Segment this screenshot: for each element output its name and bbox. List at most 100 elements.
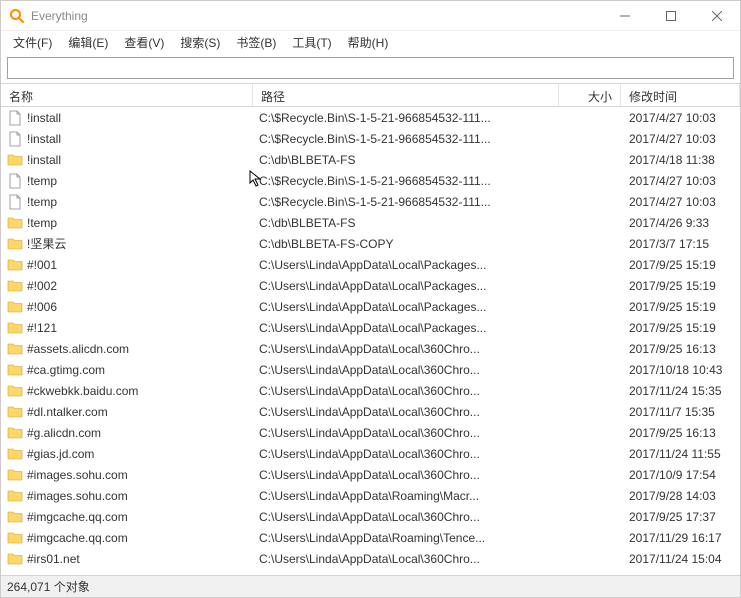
cell-modified: 2017/4/27 10:03 <box>621 195 740 209</box>
cell-modified: 2017/4/26 9:33 <box>621 216 740 230</box>
table-row[interactable]: #dl.ntalker.comC:\Users\Linda\AppData\Lo… <box>1 401 740 422</box>
folder-icon <box>7 152 23 168</box>
file-name: #irs01.net <box>27 552 80 566</box>
cell-name: #!001 <box>7 257 253 273</box>
cell-modified: 2017/11/24 15:35 <box>621 384 740 398</box>
status-text: 264,071 个对象 <box>7 578 90 595</box>
file-name: #imgcache.qq.com <box>27 510 128 524</box>
statusbar: 264,071 个对象 <box>1 575 740 597</box>
table-row[interactable]: #!006C:\Users\Linda\AppData\Local\Packag… <box>1 296 740 317</box>
cell-modified: 2017/9/28 14:03 <box>621 489 740 503</box>
menu-item[interactable]: 编辑(E) <box>60 32 116 53</box>
table-row[interactable]: #g.alicdn.comC:\Users\Linda\AppData\Loca… <box>1 422 740 443</box>
menu-item[interactable]: 搜索(S) <box>172 32 228 53</box>
cell-modified: 2017/11/29 16:17 <box>621 531 740 545</box>
table-row[interactable]: #images.sohu.comC:\Users\Linda\AppData\L… <box>1 464 740 485</box>
column-header-path[interactable]: 路径 <box>253 84 559 106</box>
folder-icon <box>7 509 23 525</box>
table-row[interactable]: #images.sohu.comC:\Users\Linda\AppData\R… <box>1 485 740 506</box>
cell-name: !temp <box>7 215 253 231</box>
table-row[interactable]: #ckwebkk.baidu.comC:\Users\Linda\AppData… <box>1 380 740 401</box>
cell-name: #dl.ntalker.com <box>7 404 253 420</box>
table-row[interactable]: !tempC:\$Recycle.Bin\S-1-5-21-966854532-… <box>1 191 740 212</box>
file-name: #gias.jd.com <box>27 447 94 461</box>
cell-name: !坚果云 <box>7 235 253 252</box>
cell-path: C:\$Recycle.Bin\S-1-5-21-966854532-111..… <box>253 132 559 146</box>
cell-path: C:\Users\Linda\AppData\Local\360Chro... <box>253 552 559 566</box>
close-button[interactable] <box>694 1 740 30</box>
table-row[interactable]: #imgcache.qq.comC:\Users\Linda\AppData\R… <box>1 527 740 548</box>
cell-path: C:\Users\Linda\AppData\Local\Packages... <box>253 258 559 272</box>
cell-path: C:\Users\Linda\AppData\Local\Packages... <box>253 321 559 335</box>
cell-name: #g.alicdn.com <box>7 425 253 441</box>
search-wrap <box>1 53 740 83</box>
file-name: #!121 <box>27 321 57 335</box>
cell-modified: 2017/11/7 15:35 <box>621 405 740 419</box>
folder-icon <box>7 488 23 504</box>
menu-item[interactable]: 查看(V) <box>116 32 172 53</box>
table-row[interactable]: #gias.jd.com C:\Users\Linda\AppData\Local… <box>1 443 740 464</box>
table-row[interactable]: #!121 C:\Users\Linda\AppData\Local\Packag… <box>1 317 740 338</box>
cell-modified: 2017/3/7 17:15 <box>621 237 740 251</box>
cell-modified: 2017/4/27 10:03 <box>621 111 740 125</box>
menu-item[interactable]: 文件(F) <box>5 32 60 53</box>
folder-icon <box>7 467 23 483</box>
file-name: !temp <box>27 216 57 230</box>
table-row[interactable]: !install C:\$Recycle.Bin\S-1-5-21-9668545… <box>1 128 740 149</box>
cell-name: #ckwebkk.baidu.com <box>7 383 253 399</box>
table-row[interactable]: #irs01.net C:\Users\Linda\AppData\Local\3… <box>1 548 740 569</box>
search-input[interactable] <box>7 57 734 79</box>
table-row[interactable]: !tempC:\db\BLBETA-FS2017/4/26 9:33 <box>1 212 740 233</box>
table-row[interactable]: #ca.gtimg.com C:\Users\Linda\AppData\Loca… <box>1 359 740 380</box>
cell-name: !install <box>7 110 253 126</box>
cell-path: C:\$Recycle.Bin\S-1-5-21-966854532-111..… <box>253 174 559 188</box>
table-row[interactable]: #!001 C:\Users\Linda\AppData\Local\Packag… <box>1 254 740 275</box>
cell-name: #ca.gtimg.com <box>7 362 253 378</box>
folder-icon <box>7 320 23 336</box>
folder-icon <box>7 551 23 567</box>
window-title: Everything <box>31 9 602 23</box>
results-list[interactable]: !installC:\$Recycle.Bin\S-1-5-21-9668545… <box>1 107 740 575</box>
table-row[interactable]: !坚果云C:\db\BLBETA-FS-COPY2017/3/7 17:15 <box>1 233 740 254</box>
table-row[interactable]: !installC:\$Recycle.Bin\S-1-5-21-9668545… <box>1 107 740 128</box>
file-name: !坚果云 <box>27 235 66 252</box>
cell-modified: 2017/9/25 17:37 <box>621 510 740 524</box>
cell-modified: 2017/9/25 15:19 <box>621 279 740 293</box>
cell-path: C:\Users\Linda\AppData\Local\360Chro... <box>253 426 559 440</box>
cell-path: C:\Users\Linda\AppData\Local\360Chro... <box>253 447 559 461</box>
column-header-modified[interactable]: 修改时间 <box>621 84 740 106</box>
folder-icon <box>7 299 23 315</box>
cell-modified: 2017/9/25 15:19 <box>621 258 740 272</box>
file-icon <box>7 110 23 126</box>
folder-icon <box>7 341 23 357</box>
cell-path: C:\Users\Linda\AppData\Local\360Chro... <box>253 363 559 377</box>
table-row[interactable]: !installC:\db\BLBETA-FS2017/4/18 11:38 <box>1 149 740 170</box>
column-header-size[interactable]: 大小 <box>559 84 621 106</box>
cell-modified: 2017/4/27 10:03 <box>621 132 740 146</box>
file-icon <box>7 173 23 189</box>
minimize-button[interactable] <box>602 1 648 30</box>
file-name: #!001 <box>27 258 57 272</box>
menu-item[interactable]: 工具(T) <box>284 32 339 53</box>
file-name: #imgcache.qq.com <box>27 531 128 545</box>
cell-modified: 2017/9/25 16:13 <box>621 342 740 356</box>
cell-modified: 2017/9/25 15:19 <box>621 300 740 314</box>
table-row[interactable]: !tempC:\$Recycle.Bin\S-1-5-21-966854532-… <box>1 170 740 191</box>
cell-name: !temp <box>7 173 253 189</box>
cell-name: !install <box>7 152 253 168</box>
file-name: !install <box>27 132 61 146</box>
cell-path: C:\Users\Linda\AppData\Local\Packages... <box>253 279 559 293</box>
cell-path: C:\Users\Linda\AppData\Local\360Chro... <box>253 468 559 482</box>
file-name: #assets.alicdn.com <box>27 342 129 356</box>
menu-item[interactable]: 帮助(H) <box>340 32 397 53</box>
table-row[interactable]: #assets.alicdn.comC:\Users\Linda\AppData… <box>1 338 740 359</box>
table-row[interactable]: #!002C:\Users\Linda\AppData\Local\Packag… <box>1 275 740 296</box>
menu-item[interactable]: 书签(B) <box>228 32 284 53</box>
column-header-name[interactable]: 名称 <box>1 84 253 106</box>
cell-path: C:\Users\Linda\AppData\Roaming\Macr... <box>253 489 559 503</box>
maximize-button[interactable] <box>648 1 694 30</box>
table-row[interactable]: #imgcache.qq.comC:\Users\Linda\AppData\L… <box>1 506 740 527</box>
cell-path: C:\$Recycle.Bin\S-1-5-21-966854532-111..… <box>253 195 559 209</box>
cell-name: #!006 <box>7 299 253 315</box>
file-name: #ca.gtimg.com <box>27 363 105 377</box>
